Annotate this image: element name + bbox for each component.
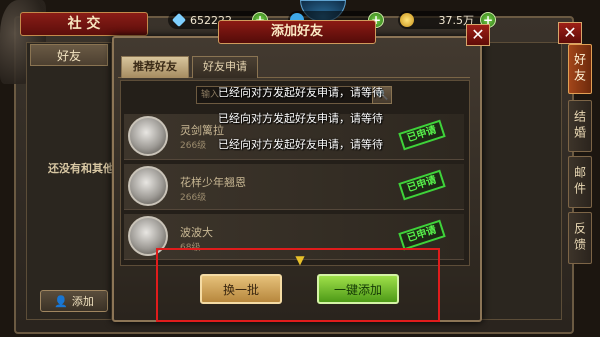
gold-coin-icon <box>400 13 414 27</box>
player-level: 266级 <box>180 193 207 203</box>
right-side-panel <box>478 42 562 320</box>
add-friend-button-label: 添加 <box>71 295 94 308</box>
highlight-box <box>156 248 440 322</box>
player-name: 波波大 <box>180 226 213 239</box>
status-badge: 已申请 <box>398 219 446 251</box>
close-icon[interactable]: ✕ <box>558 22 582 44</box>
tab-friends[interactable]: 好友 <box>30 44 108 66</box>
toast-message: 已经向对方发起好友申请，请等待 <box>218 138 383 151</box>
add-user-icon: 👤 <box>54 294 68 308</box>
side-tab-feedback[interactable]: 反馈 <box>568 212 592 264</box>
side-tab-marriage[interactable]: 结婚 <box>568 100 592 152</box>
friends-list-panel <box>26 42 112 320</box>
player-name: 花样少年翘恩 <box>180 176 246 189</box>
status-badge: 已申请 <box>398 169 446 201</box>
side-tab-mail[interactable]: 邮件 <box>568 156 592 208</box>
dialog-close-icon[interactable]: ✕ <box>466 24 490 46</box>
side-tab-friends[interactable]: 好友 <box>568 44 592 94</box>
empty-friends-message: 还没有和其他 <box>48 162 114 175</box>
dialog-title: 添加好友 <box>218 20 376 44</box>
tab-recommended-friends[interactable]: 推荐好友 <box>121 56 189 78</box>
social-window-title: 社 交 <box>20 12 148 36</box>
avatar <box>128 116 168 156</box>
player-level: 266级 <box>180 141 207 151</box>
avatar <box>128 166 168 206</box>
diamond-icon <box>171 12 187 28</box>
status-badge: 已申请 <box>398 119 446 151</box>
list-item[interactable]: 花样少年翘恩 266级 已申请 <box>124 164 464 210</box>
tab-friend-requests[interactable]: 好友申请 <box>192 56 258 78</box>
add-friend-button[interactable]: 👤 添加 <box>40 290 108 312</box>
toast-message: 已经向对方发起好友申请，请等待 <box>218 86 383 99</box>
toast-message: 已经向对方发起好友申请，请等待 <box>218 112 383 125</box>
